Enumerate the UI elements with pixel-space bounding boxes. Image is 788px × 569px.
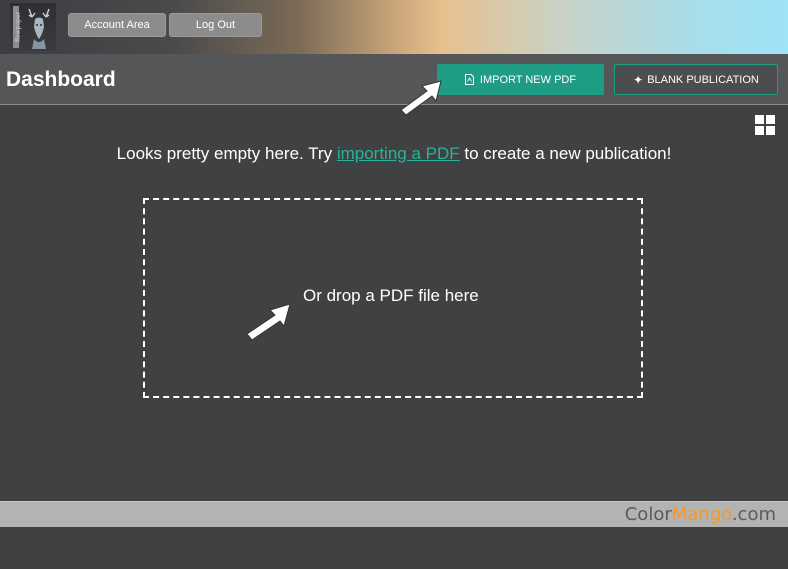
watermark-part-2: Mango [671,504,732,525]
blank-publication-label: BLANK PUBLICATION [647,73,759,86]
import-pdf-label: IMPORT NEW PDF [479,73,577,86]
logo-bar: flowpaper [13,6,22,48]
pointer-arrow-icon [400,80,442,116]
empty-state-message: Looks pretty empty here. Try importing a… [0,144,788,164]
dashboard-header: Dashboard IMPORT NEW PDF ✦ BLANK PUBLICA… [0,54,788,105]
deer-logo-icon [28,8,50,49]
account-area-button[interactable]: Account Area [68,13,166,37]
watermark-part-3: .com [731,504,776,525]
pointer-arrow-icon [246,303,291,341]
watermark: ColorMango.com [625,504,776,525]
logout-button[interactable]: Log Out [169,13,262,37]
app-logo[interactable]: flowpaper [10,3,56,51]
logo-text: flowpaper [15,12,22,42]
sparkle-icon: ✦ [633,72,644,87]
empty-prefix: Looks pretty empty here. Try [116,144,337,163]
footer-bar: ColorMango.com [0,501,788,527]
pdf-file-icon [464,74,474,85]
import-pdf-link[interactable]: importing a PDF [337,144,460,163]
page-title: Dashboard [6,68,116,91]
watermark-part-1: Color [624,504,672,525]
import-pdf-button[interactable]: IMPORT NEW PDF [437,64,604,95]
top-banner: flowpaper Account Area Log Out [0,0,788,54]
empty-suffix: to create a new publication! [459,144,672,163]
drop-zone-label: Or drop a PDF file here [303,286,479,305]
blank-publication-button[interactable]: ✦ BLANK PUBLICATION [614,64,778,95]
grid-view-icon[interactable] [755,115,775,135]
